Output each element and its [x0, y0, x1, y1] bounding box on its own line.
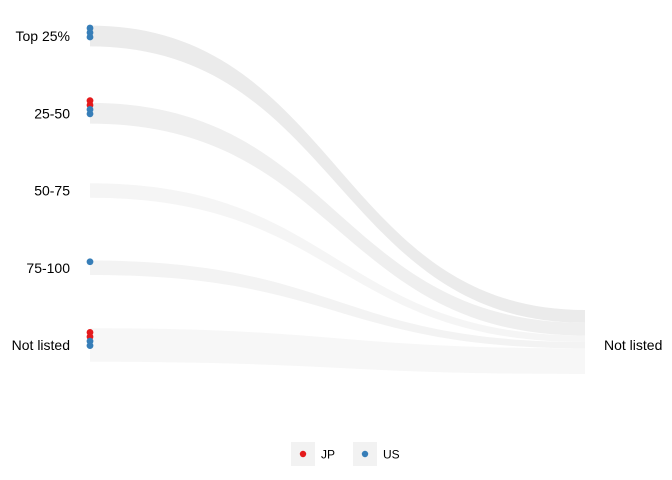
legend-label-us: US: [383, 448, 400, 462]
point-us-75-100: [86, 258, 94, 266]
sankey-chart: Top 25% 25-50 50-75 75-100 Not listed Not li…: [12, 24, 662, 466]
legend: JP US: [291, 442, 400, 466]
left-axis-labels: Top 25% 25-50 50-75 75-100 Not listed: [12, 28, 71, 353]
right-axis-labels: Not listed: [604, 337, 662, 353]
legend-dot-us: [361, 450, 369, 458]
right-label-not-listed: Not listed: [604, 337, 662, 353]
legend-label-jp: JP: [321, 448, 335, 462]
left-label-top-25pct: Top 25%: [16, 28, 70, 44]
left-label-75-100: 75-100: [26, 260, 70, 276]
point-us-not-listed: [86, 342, 94, 349]
flow-bands: [90, 25, 585, 374]
left-label-25-50: 25-50: [34, 105, 70, 121]
point-us-top-25pct: [86, 33, 94, 41]
flow-band-top-25pct: [90, 25, 585, 323]
left-label-50-75: 50-75: [34, 183, 70, 199]
legend-dot-jp: [299, 450, 307, 458]
left-label-not-listed: Not listed: [12, 337, 70, 353]
point-us-25-50: [86, 110, 94, 118]
